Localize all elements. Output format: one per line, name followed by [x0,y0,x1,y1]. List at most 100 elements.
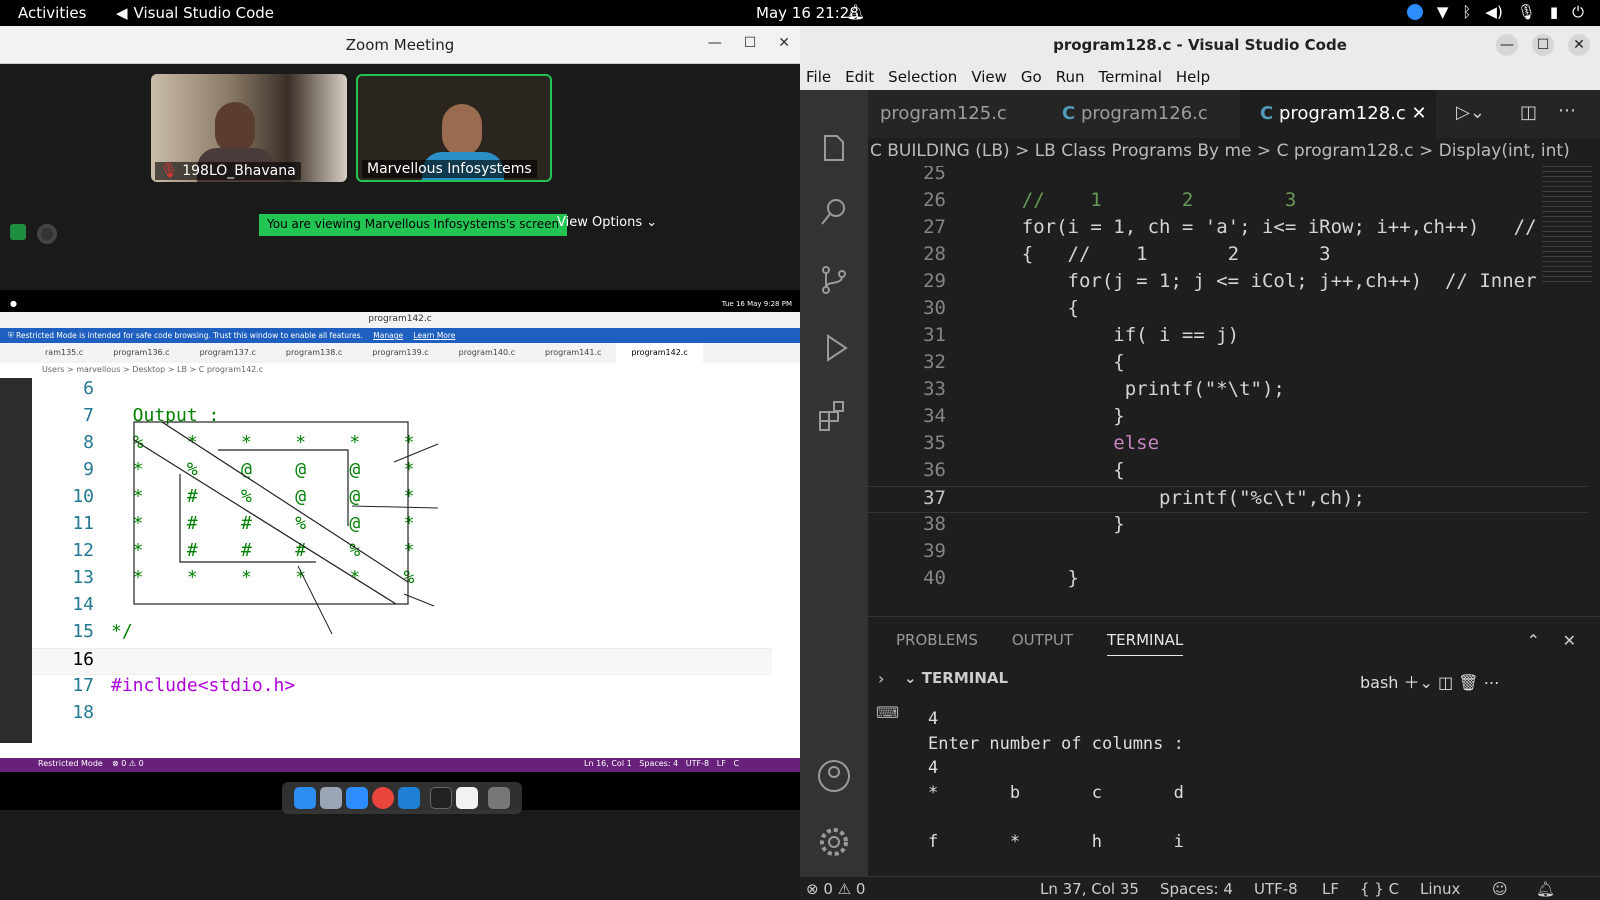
restricted-mode-status[interactable]: Restricted Mode [38,759,103,768]
vscode-icon[interactable] [398,787,420,809]
language-status[interactable]: { } C [1360,880,1399,898]
editor-tab[interactable]: program125.c [868,90,1036,138]
shared-editor[interactable]: 6 7 Output : 8 % * * * * * 9 * % @ @ @ *… [32,378,800,743]
terminal[interactable]: › ⌨ ⌄ TERMINAL bash ＋⌄ ◫ 🗑︎ ⋯ 4 Enter nu… [868,663,1600,877]
active-app-menu[interactable]: ◀ Visual Studio Code [116,4,274,22]
terminal-output[interactable]: 4 Enter number of columns : 4 * b c d f … [928,707,1184,854]
editor-status[interactable]: Ln 16, Col 1 Spaces: 4 UTF-8 LF C [584,759,739,768]
run-debug-icon[interactable] [816,330,852,366]
bluetooth-icon[interactable]: ᛒ [1462,3,1471,21]
notifications-bell-icon[interactable]: 🔔︎ [1536,880,1555,898]
microphone-icon[interactable]: 🎙︎ [1517,3,1536,21]
wifi-icon[interactable]: ▼ [1437,3,1449,21]
chrome-icon[interactable] [372,787,394,809]
manage-link[interactable]: Manage [373,331,403,340]
maximize-icon[interactable]: ☐ [744,35,757,51]
tab-problems[interactable]: PROBLEMS [896,631,978,656]
chevron-right-icon[interactable]: › [878,669,884,688]
tab-output[interactable]: OUTPUT [1012,631,1073,656]
menu-bar: File Edit Selection View Go Run Terminal… [800,64,1600,90]
code-editor[interactable]: 25 26 // 1 2 3 27 for(i = 1, ch = 'a'; i… [868,166,1600,616]
editor-tab[interactable]: C program126.c [1040,90,1240,138]
tab-terminal[interactable]: TERMINAL [1107,631,1184,656]
view-options-button[interactable]: View Options ⌄ [557,215,657,230]
bell-icon[interactable]: 🔔︎ [846,3,865,21]
close-icon[interactable]: ✕ [1568,34,1590,56]
power-icon[interactable]: ⏻ [1572,3,1584,21]
shared-tab[interactable]: program140.c [444,343,530,363]
account-icon[interactable] [816,758,852,794]
menu-edit[interactable]: Edit [845,68,874,90]
cursor-position[interactable]: Ln 37, Col 35 [1040,880,1139,898]
feedback-icon[interactable]: ☺ [1492,880,1508,898]
record-icon[interactable] [37,224,57,244]
maximize-icon[interactable]: ☐ [1532,34,1554,56]
zoom-tray-icon[interactable] [1406,4,1423,20]
clock[interactable]: May 16 21:28 [756,4,859,22]
maximize-panel-icon[interactable]: ⌃ [1527,631,1540,650]
menu-selection[interactable]: Selection [888,68,957,90]
textedit-icon[interactable] [456,787,478,809]
menu-terminal[interactable]: Terminal [1099,68,1162,90]
shared-tab[interactable]: ram135.c [30,343,98,363]
editor-tab-active[interactable]: C program128.c ✕ [1240,90,1436,138]
close-tab-icon[interactable]: ✕ [1412,103,1427,124]
system-tray[interactable]: ▼ ᛒ ◀) 🎙︎ ▮ ⏻ [1406,3,1584,21]
code-line: 34 } [923,405,1125,427]
bottom-panel: PROBLEMS OUTPUT TERMINAL ⌃ ✕ › ⌨ ⌄ TERMI… [868,616,1600,876]
menu-file[interactable]: File [806,68,831,90]
code-line: 32 { [923,351,1125,373]
menu-run[interactable]: Run [1056,68,1085,90]
minimize-icon[interactable]: — [708,35,722,51]
shared-tab[interactable]: program139.c [357,343,443,363]
zoom-icon[interactable] [346,787,368,809]
menu-go[interactable]: Go [1021,68,1042,90]
extensions-icon[interactable] [816,398,852,434]
launchpad-icon[interactable] [320,787,342,809]
minimize-icon[interactable]: — [1496,34,1518,56]
close-icon[interactable]: ✕ [778,35,790,51]
explorer-icon[interactable] [816,128,852,164]
finder-icon[interactable] [294,787,316,809]
shared-window-title: program142.c [0,312,800,328]
shared-tab[interactable]: program138.c [271,343,357,363]
settings-gear-icon[interactable] [816,824,852,860]
terminal-header[interactable]: ⌄ TERMINAL [904,669,1008,687]
eol-status[interactable]: LF [1322,880,1339,898]
shared-activity-bar [0,378,32,743]
search-icon[interactable] [816,194,852,230]
shield-icon: ⛨ [8,331,14,340]
volume-icon[interactable]: ◀) [1485,3,1502,21]
shared-tab[interactable]: program141.c [530,343,616,363]
code-line: 39 [923,540,946,562]
chevron-down-icon: ⌄ [646,215,658,230]
source-control-icon[interactable] [816,262,852,298]
problems-status[interactable]: ⊗ 0 ⚠ 0 [806,880,865,898]
security-shield-icon[interactable] [10,224,26,240]
participant-tile-active[interactable]: Marvellous Infosystems [356,74,552,182]
encoding-status[interactable]: UTF-8 [1254,880,1298,898]
more-actions-icon[interactable]: ⋯ [1558,100,1576,121]
activities-button[interactable]: Activities [18,4,86,22]
menu-help[interactable]: Help [1176,68,1210,90]
run-debug-icon[interactable]: ▷⌄ [1456,102,1485,123]
terminal-icon[interactable]: ⌨ [876,703,899,722]
learn-more-link[interactable]: Learn More [413,331,455,340]
shared-tab[interactable]: program137.c [185,343,271,363]
close-panel-icon[interactable]: ✕ [1563,631,1576,650]
shared-code-line: 7 Output : [83,405,220,426]
menu-view[interactable]: View [971,68,1007,90]
terminal-icon[interactable] [430,787,452,809]
split-editor-icon[interactable]: ◫ [1520,102,1537,123]
minimap[interactable] [1542,166,1592,286]
shell-selector[interactable]: bash ＋⌄ ◫ 🗑︎ ⋯ [1360,669,1500,693]
breadcrumb[interactable]: C BUILDING (LB) > LB Class Programs By m… [868,138,1600,166]
shared-tab-active[interactable]: program142.c [616,343,703,363]
problems-status[interactable]: ⊗ 0 ⚠ 0 [112,759,144,768]
platform-status[interactable]: Linux [1420,880,1460,898]
shared-tab[interactable]: program136.c [98,343,184,363]
indentation-status[interactable]: Spaces: 4 [1160,880,1233,898]
participant-tile[interactable]: 🎙︎ 198LO_Bhavana [151,74,347,182]
trash-icon[interactable] [488,787,510,809]
battery-icon[interactable]: ▮ [1550,3,1558,21]
